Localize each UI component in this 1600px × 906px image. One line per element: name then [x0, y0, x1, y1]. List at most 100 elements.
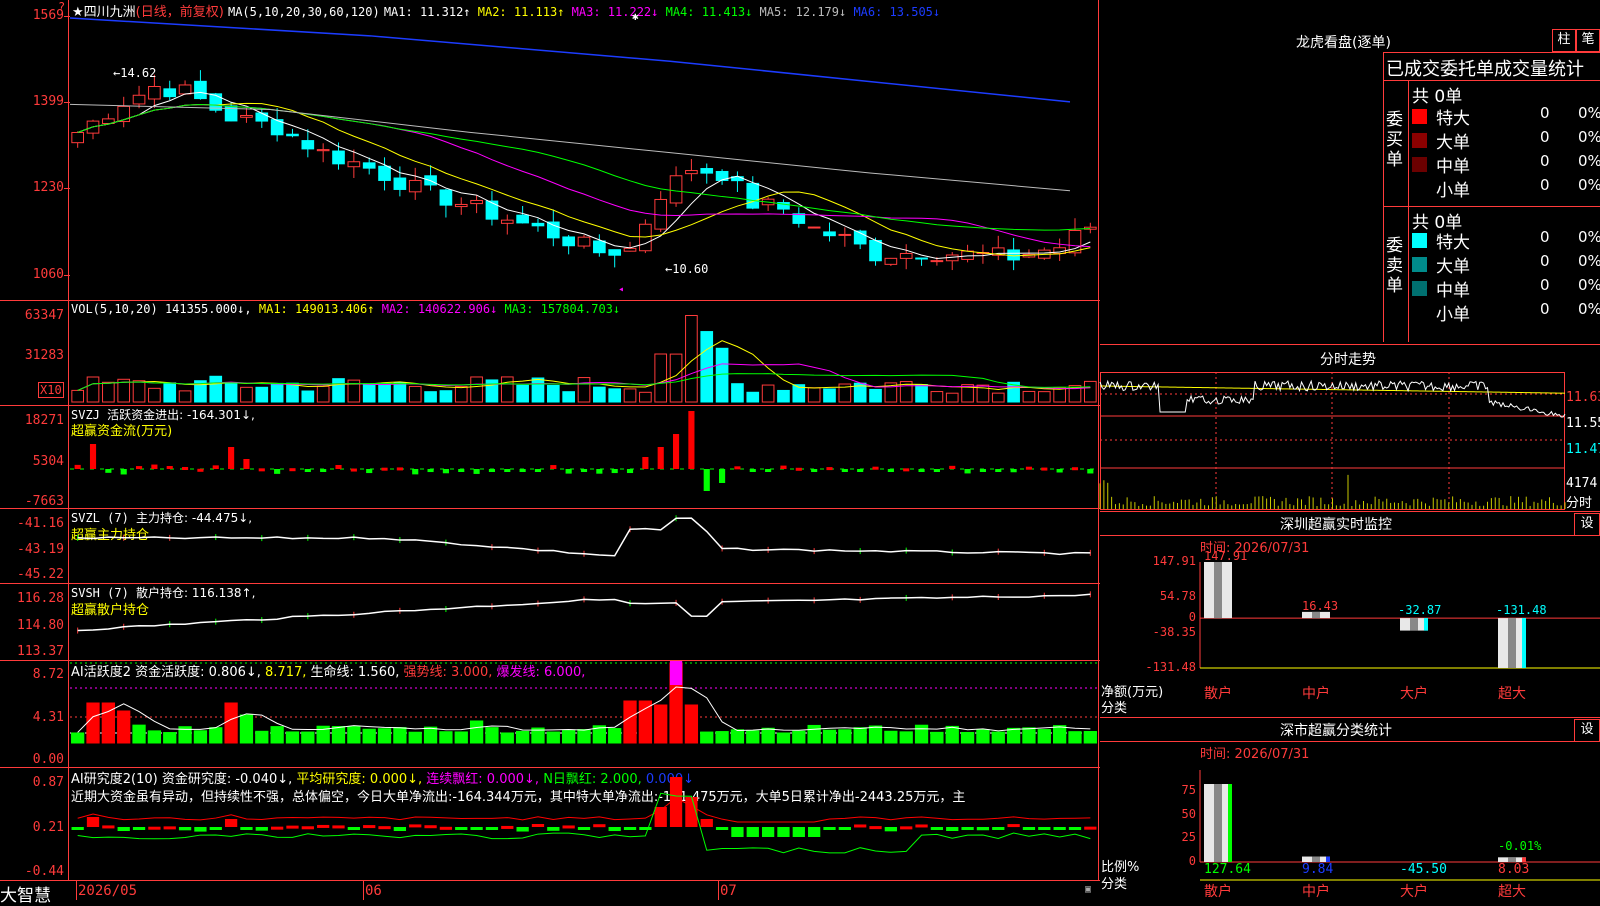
ai1-bar [761, 727, 775, 744]
svzj-bar [887, 469, 894, 472]
candle [531, 222, 545, 227]
svzj-bar [350, 468, 357, 472]
svzj-bar [151, 464, 158, 469]
ai2-bar [240, 827, 253, 830]
svzj-ytick: 18271 [24, 413, 64, 428]
volume-chart[interactable] [70, 301, 1098, 405]
order-row-val: 0 [1540, 104, 1550, 122]
ai1-bar [899, 731, 913, 744]
candle [792, 213, 806, 224]
legend-swatch [1412, 257, 1427, 272]
ai2-bar [270, 826, 284, 830]
ai1-chart[interactable] [70, 661, 1098, 767]
classify-top-label: -0.01% [1498, 839, 1542, 853]
svzj-bar [289, 468, 296, 472]
svzj-bar [979, 469, 986, 472]
bar-mode-button[interactable]: 柱 [1552, 29, 1576, 52]
lock-icon[interactable]: ▣ [1085, 884, 1091, 895]
svzj-bar [1087, 469, 1094, 474]
order-row-pct: 0% [1578, 228, 1600, 246]
vol-bar [654, 353, 668, 403]
ai1-bar [838, 729, 852, 744]
svzj-bar [243, 459, 250, 469]
price-line [1099, 379, 1566, 418]
svzj-bar [442, 469, 449, 474]
svzj-bar [519, 469, 526, 472]
candle [562, 236, 575, 247]
divider [1100, 717, 1600, 718]
ai1-bar [715, 731, 729, 744]
legend-swatch [1412, 133, 1427, 148]
vol-bar [1053, 387, 1066, 403]
ma-line [69, 17, 1071, 103]
ai2-chart[interactable] [70, 768, 1098, 880]
vol-bar [516, 384, 529, 403]
ai2-bar [731, 827, 744, 837]
vol-bar [593, 386, 606, 403]
vol-bar [823, 388, 836, 403]
ai1-bar [362, 728, 376, 744]
ai2-bar [132, 827, 146, 830]
svzj-bar [89, 444, 97, 469]
ai1-bar [623, 700, 637, 744]
svzj-bar [580, 469, 588, 472]
legend-swatch [1412, 233, 1427, 248]
intraday-chart[interactable] [1099, 372, 1566, 510]
monitor-setting-button[interactable]: 设 [1574, 513, 1600, 536]
vol-bar [408, 385, 422, 403]
monitor-bar-shade [1214, 562, 1222, 619]
candle [301, 140, 315, 150]
ai2-bar [593, 824, 606, 828]
ai1-bar [884, 730, 898, 744]
ai2-bar [1068, 827, 1082, 830]
ai2-bar [915, 824, 928, 828]
vol-bar [148, 387, 161, 403]
ai1-bar [485, 727, 499, 744]
app-logo[interactable]: 大智慧 [0, 881, 51, 906]
order-row-name: 小单 [1436, 181, 1470, 201]
candlestick-chart[interactable]: ◂ [69, 0, 1098, 300]
vol-bar [178, 390, 192, 403]
candle [685, 170, 698, 175]
corner-question-icon[interactable]: ? [58, 0, 65, 14]
candle [194, 80, 207, 100]
intraday-ylabel: 11.47 [1566, 442, 1600, 457]
ai2-ytick: 0.87 [32, 775, 64, 790]
ai1-bar [439, 731, 453, 744]
candle [178, 84, 192, 95]
ai1-bar [853, 727, 867, 744]
svsh-chart[interactable] [70, 584, 1098, 660]
classify-setting-button[interactable]: 设 [1574, 719, 1600, 742]
monitor-ytick: 0 [1188, 610, 1196, 625]
svzl-chart[interactable] [70, 509, 1098, 583]
ai2-bar [869, 826, 882, 830]
vol-bar [240, 386, 253, 403]
candle [71, 132, 85, 144]
svzj-bar [1071, 467, 1079, 471]
vol-bar [500, 376, 514, 403]
svzl-ytick: -41.16 [17, 516, 64, 531]
x-axis-tick [363, 881, 364, 900]
svzj-chart[interactable] [70, 406, 1098, 508]
classify-ytick: 75 [1181, 782, 1196, 797]
monitor-bar-shade [1410, 618, 1418, 631]
candle [884, 257, 898, 265]
ai2-bar [884, 827, 898, 832]
intraday-title: 分时走势 [1320, 352, 1376, 368]
svzj-bar [657, 447, 664, 469]
tick-mode-button[interactable]: 笔 [1576, 29, 1600, 52]
candle [623, 247, 637, 252]
order-row-name: 中单 [1436, 281, 1470, 301]
ai1-bar [117, 710, 131, 744]
ai1-bar [193, 730, 208, 744]
candle [961, 250, 974, 260]
vol-bar [915, 384, 928, 403]
price-marker-arrow: ◂ [618, 284, 624, 295]
candle [148, 86, 161, 100]
svzj-bar [197, 468, 204, 472]
ai1-bar [1053, 725, 1067, 744]
classify-value: -45.50 [1400, 862, 1447, 877]
vol-unit-label[interactable]: X10 [38, 382, 64, 398]
chart-area[interactable]: ★四川九洲(日线，前复权) MA(5,10,20,30,60,120) MA1:… [0, 0, 1100, 906]
vol-bar [1037, 391, 1051, 403]
